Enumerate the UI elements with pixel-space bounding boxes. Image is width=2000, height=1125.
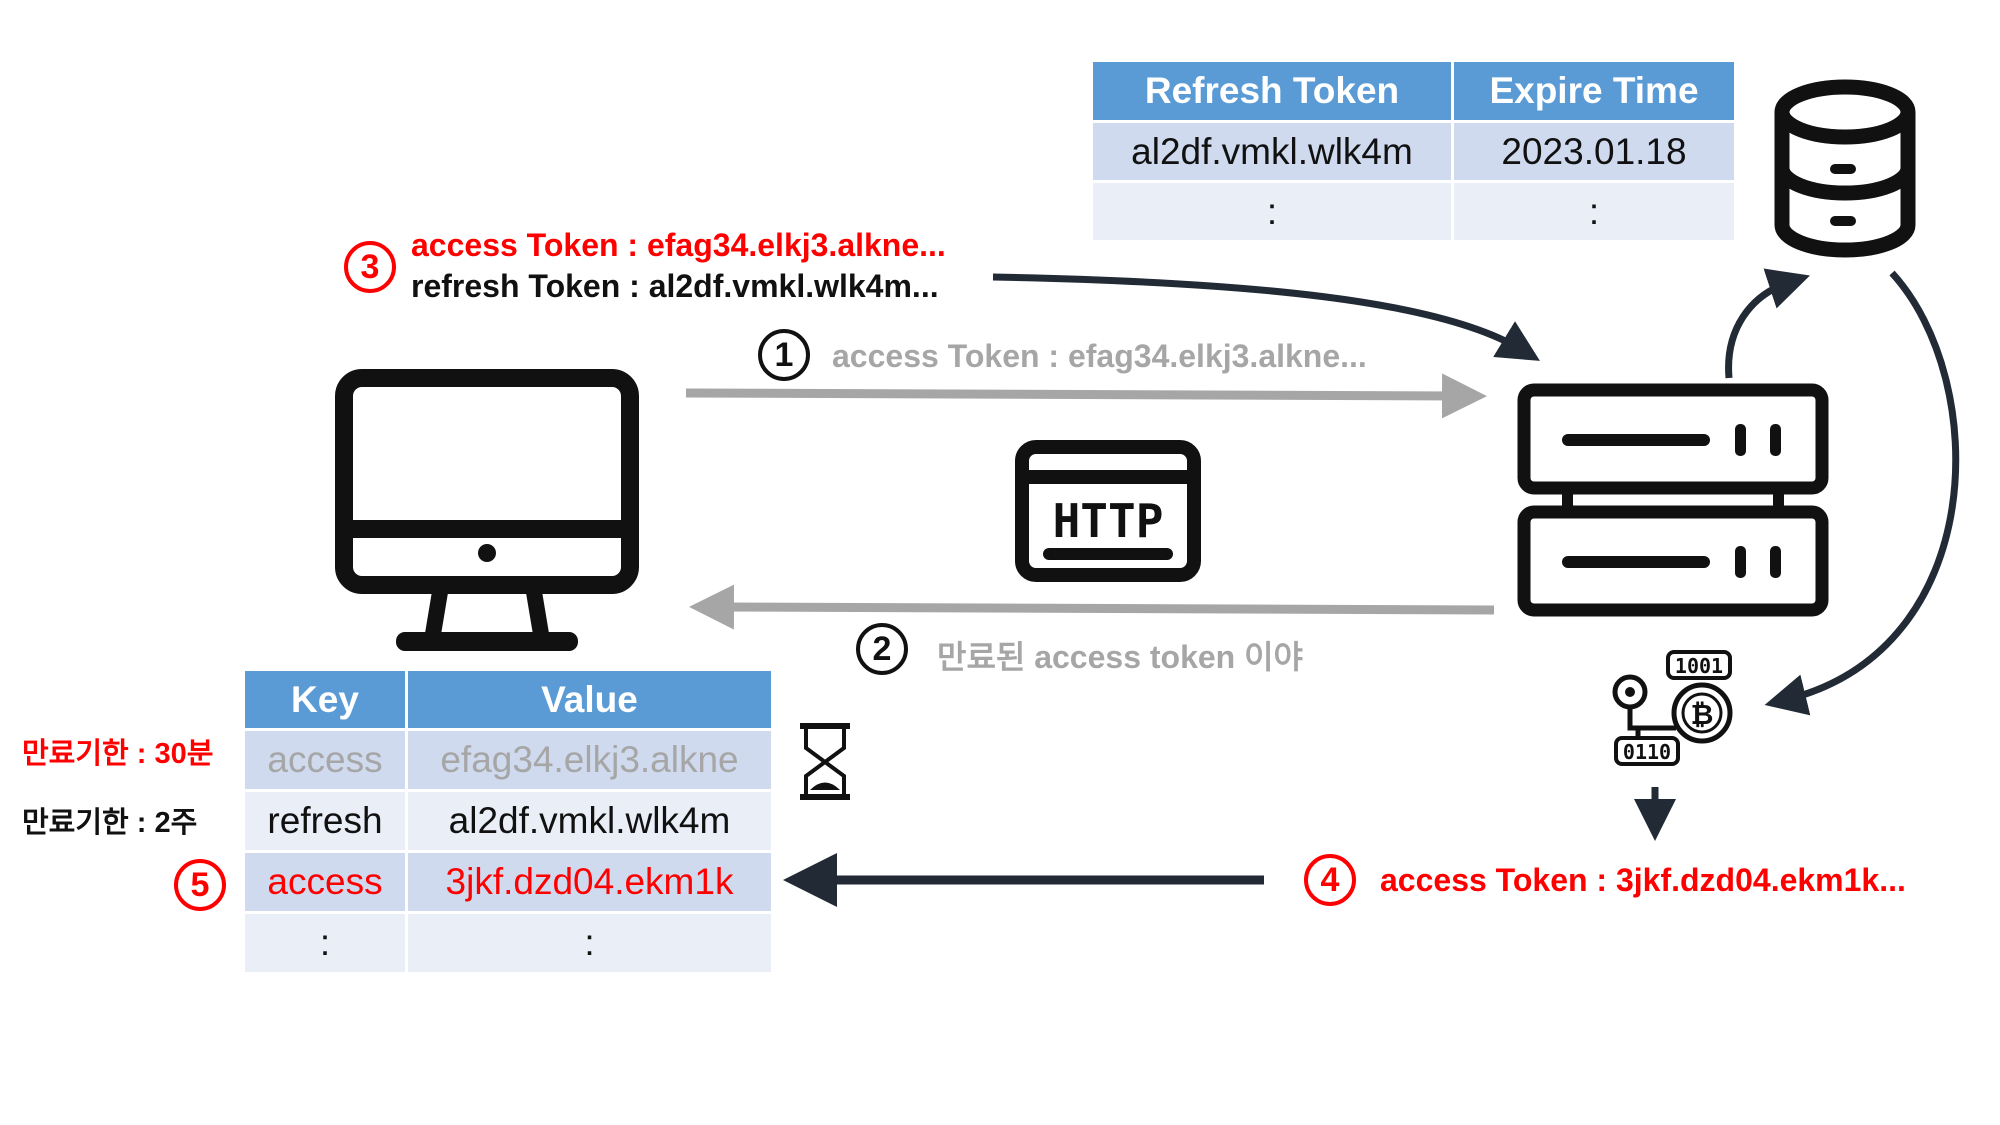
step-3-refresh-text: refresh Token : al2df.vmkl.wlk4m... [411,268,939,304]
step-2-badge: 2 [856,623,908,675]
step-1-text: access Token : efag34.elkj3.alkne... [832,338,1367,374]
arrow-step-1 [685,373,1487,419]
header-value: Value [408,671,771,728]
header-expire-time: Expire Time [1454,62,1734,120]
step-1-badge: 1 [758,329,810,381]
expire-access-label: 만료기한 : 30분 [22,738,214,770]
arrow-step-2 [689,584,1495,630]
arrow-server-to-db [1725,268,1810,379]
cell: efag34.elkj3.alkne [408,731,771,789]
cell: al2df.vmkl.wlk4m [1093,123,1451,180]
table-row: access 3jkf.dzd04.ekm1k [245,853,771,911]
cell: 3jkf.dzd04.ekm1k [408,853,771,911]
step-4-text: access Token : 3jkf.dzd04.ekm1k... [1380,862,1906,898]
header-refresh-token: Refresh Token [1093,62,1451,120]
step-4-badge: 4 [1304,854,1356,906]
server-icon [1517,383,1829,617]
database-icon [1774,79,1916,258]
cell: al2df.vmkl.wlk4m [408,792,771,850]
http-text: HTTP [1053,494,1164,548]
cell: : [1454,183,1734,240]
table-row: al2df.vmkl.wlk4m 2023.01.18 [1093,123,1734,180]
table-row: refresh al2df.vmkl.wlk4m [245,792,771,850]
step-3-badge: 3 [344,241,396,293]
step-2-text: 만료된 access token 이야 [937,639,1303,675]
refresh-token-table: Refresh Token Expire Time al2df.vmkl.wlk4… [1090,59,1737,243]
step-3-access-text: access Token : efag34.elkj3.alkne... [411,227,946,263]
svg-text:₿: ₿ [1691,698,1714,731]
cell: : [245,914,405,972]
cell: access [245,853,405,911]
cell: : [1093,183,1451,240]
client-storage-table: Key Value access efag34.elkj3.alkne refres… [242,668,774,975]
svg-text:0110: 0110 [1623,740,1671,764]
cell: : [408,914,771,972]
crypto-key-icon: ₿ 1001 0110 [1612,650,1733,766]
monitor-icon [335,369,639,651]
step-5-badge: 5 [174,859,226,911]
expire-refresh-label: 만료기한 : 2주 [22,807,198,839]
table-row: access efag34.elkj3.alkne [245,731,771,789]
header-key: Key [245,671,405,728]
table-row: :: [1093,183,1734,240]
svg-text:1001: 1001 [1675,654,1723,678]
cell: refresh [245,792,405,850]
table-row: :: [245,914,771,972]
cell: access [245,731,405,789]
hourglass-icon [800,723,850,800]
cell: 2023.01.18 [1454,123,1734,180]
http-icon: HTTP [1015,440,1201,582]
